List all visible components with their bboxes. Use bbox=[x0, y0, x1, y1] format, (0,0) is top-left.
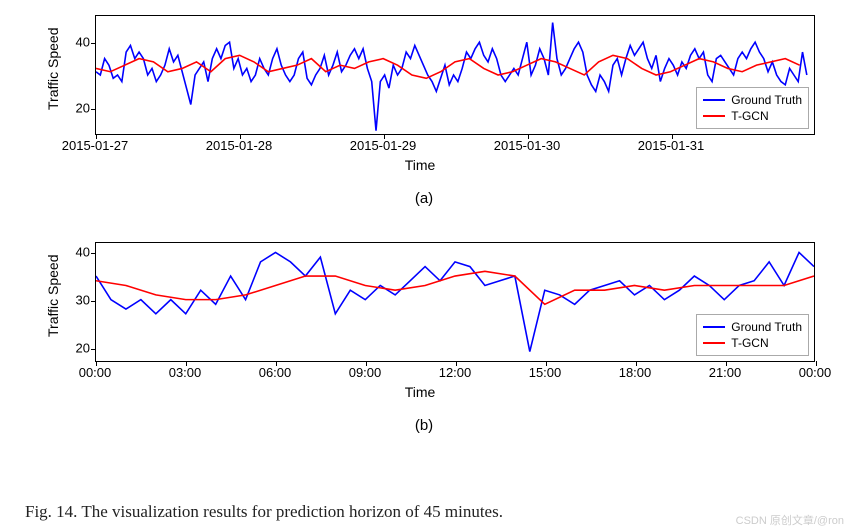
legend-b: Ground Truth T-GCN bbox=[696, 314, 809, 356]
ytick: 20 bbox=[76, 340, 90, 355]
legend-label-gt-b: Ground Truth bbox=[731, 320, 802, 334]
legend-label-gt-a: Ground Truth bbox=[731, 93, 802, 107]
subplot-label-a: (a) bbox=[25, 190, 823, 207]
legend-row-tg-b: T-GCN bbox=[703, 335, 802, 351]
xtick: 2015-01-31 bbox=[638, 138, 705, 153]
xlabel-b: Time bbox=[405, 384, 436, 400]
legend-row-gt-a: Ground Truth bbox=[703, 92, 802, 108]
ylabel-b: Traffic Speed bbox=[45, 255, 61, 338]
xtick: 18:00 bbox=[619, 365, 652, 380]
figure-caption: Fig. 14. The visualization results for p… bbox=[25, 502, 823, 522]
xtick: 00:00 bbox=[799, 365, 832, 380]
legend-swatch-tg-a bbox=[703, 115, 725, 117]
legend-label-tg-b: T-GCN bbox=[731, 336, 768, 350]
xtick: 15:00 bbox=[529, 365, 562, 380]
xtick: 03:00 bbox=[169, 365, 202, 380]
xtick: 2015-01-29 bbox=[350, 138, 417, 153]
xtick: 09:00 bbox=[349, 365, 382, 380]
xtick: 06:00 bbox=[259, 365, 292, 380]
legend-label-tg-a: T-GCN bbox=[731, 109, 768, 123]
xtick: 2015-01-27 bbox=[62, 138, 129, 153]
plot-area-b: Ground Truth T-GCN bbox=[95, 242, 815, 362]
xtick: 2015-01-28 bbox=[206, 138, 273, 153]
legend-row-gt-b: Ground Truth bbox=[703, 319, 802, 335]
watermark: CSDN 原创文章/@ron bbox=[736, 512, 844, 528]
legend-swatch-tg-b bbox=[703, 342, 725, 344]
xtick: 2015-01-30 bbox=[494, 138, 561, 153]
plot-area-a: Ground Truth T-GCN bbox=[95, 15, 815, 135]
series-line bbox=[96, 271, 814, 304]
xtick: 00:00 bbox=[79, 365, 112, 380]
ytick: 40 bbox=[76, 34, 90, 49]
chart-a: Traffic Speed Ground Truth T-GCN Time 20… bbox=[25, 10, 815, 185]
legend-a: Ground Truth T-GCN bbox=[696, 87, 809, 129]
xtick: 21:00 bbox=[709, 365, 742, 380]
ylabel-a: Traffic Speed bbox=[45, 28, 61, 111]
subplot-label-b: (b) bbox=[25, 417, 823, 434]
legend-row-tg-a: T-GCN bbox=[703, 108, 802, 124]
ytick: 20 bbox=[76, 101, 90, 116]
ytick: 30 bbox=[76, 292, 90, 307]
chart-b: Traffic Speed Ground Truth T-GCN Time 20… bbox=[25, 237, 815, 412]
ytick: 40 bbox=[76, 244, 90, 259]
legend-swatch-gt-b bbox=[703, 326, 725, 328]
legend-swatch-gt-a bbox=[703, 99, 725, 101]
xtick: 12:00 bbox=[439, 365, 472, 380]
xlabel-a: Time bbox=[405, 157, 436, 173]
